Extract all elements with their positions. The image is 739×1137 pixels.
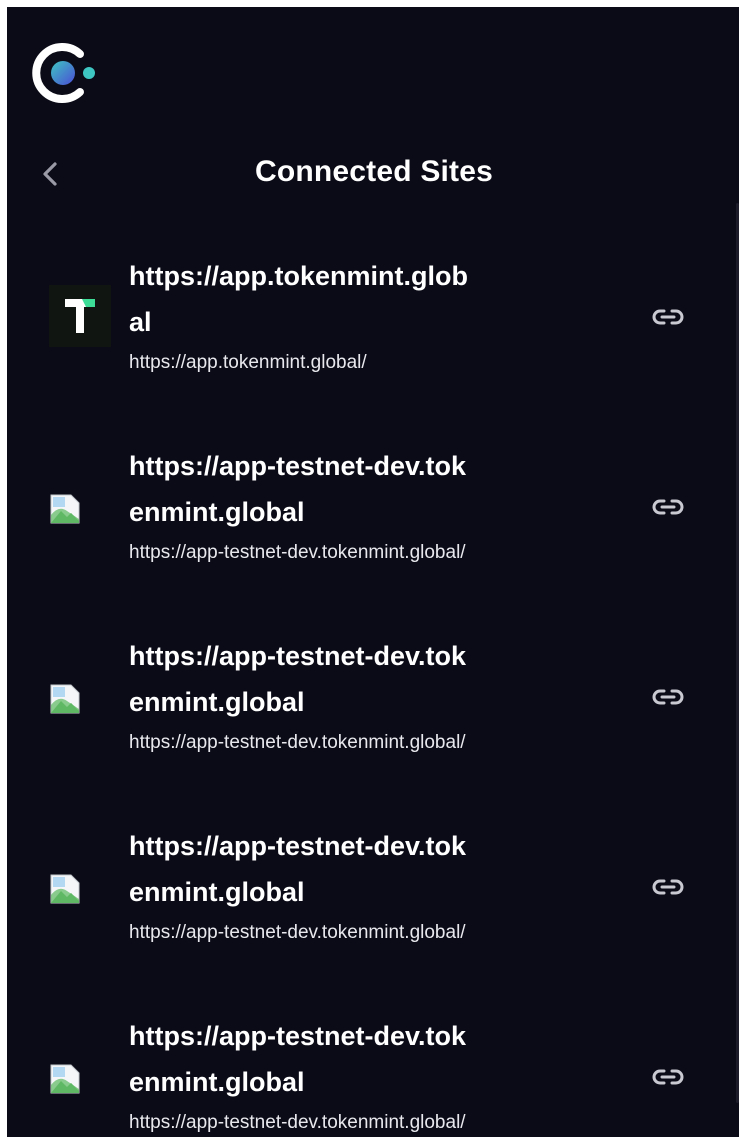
connected-sites-screen: Connected Sites https://app.tokenmint.gl… bbox=[7, 7, 739, 1137]
site-item[interactable]: https://app-testnet-dev.tokenmint.global… bbox=[7, 623, 739, 813]
link-icon[interactable] bbox=[651, 1065, 685, 1089]
site-item[interactable]: https://app-testnet-dev.tokenmint.global… bbox=[7, 1003, 739, 1137]
brand-logo-icon bbox=[32, 43, 95, 103]
site-name: https://app.tokenmint.global bbox=[129, 261, 468, 337]
link-icon[interactable] bbox=[651, 495, 685, 519]
site-item[interactable]: https://app-testnet-dev.tokenmint.global… bbox=[7, 433, 739, 623]
broken-image-icon bbox=[50, 874, 80, 904]
site-item[interactable]: https://app-testnet-dev.tokenmint.global… bbox=[7, 813, 739, 1003]
site-url: https://app.tokenmint.global/ bbox=[129, 352, 367, 373]
site-url: https://app-testnet-dev.tokenmint.global… bbox=[129, 922, 466, 943]
site-url: https://app-testnet-dev.tokenmint.global… bbox=[129, 1112, 466, 1133]
broken-image-icon bbox=[50, 684, 80, 714]
site-url: https://app-testnet-dev.tokenmint.global… bbox=[129, 542, 466, 563]
broken-image-icon bbox=[50, 494, 80, 524]
tokenmint-logo-icon bbox=[49, 285, 111, 347]
site-url: https://app-testnet-dev.tokenmint.global… bbox=[129, 732, 466, 753]
page-title: Connected Sites bbox=[254, 155, 494, 188]
site-name: https://app-testnet-dev.tokenmint.global bbox=[129, 641, 466, 717]
site-item[interactable]: https://app.tokenmint.global https://app… bbox=[7, 243, 739, 433]
link-icon[interactable] bbox=[651, 305, 685, 329]
connected-sites-list: https://app.tokenmint.global https://app… bbox=[7, 243, 739, 1137]
broken-image-icon bbox=[50, 1064, 80, 1094]
site-name: https://app-testnet-dev.tokenmint.global bbox=[129, 1021, 466, 1097]
link-icon[interactable] bbox=[651, 875, 685, 899]
site-name: https://app-testnet-dev.tokenmint.global bbox=[129, 451, 466, 527]
link-icon[interactable] bbox=[651, 685, 685, 709]
site-name: https://app-testnet-dev.tokenmint.global bbox=[129, 831, 466, 907]
